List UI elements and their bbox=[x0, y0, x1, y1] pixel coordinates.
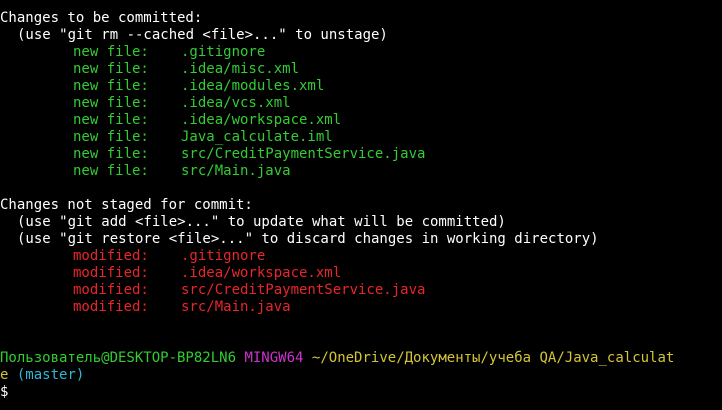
staged-file-row: new file: .idea/modules.xml bbox=[0, 78, 722, 95]
staged-file-row: new file: .idea/vcs.xml bbox=[0, 95, 722, 112]
staged-file-row: new file: .idea/workspace.xml bbox=[0, 112, 722, 129]
file-path: src/CreditPaymentService.java bbox=[181, 146, 426, 162]
prompt-path: ~/OneDrive/Документы/учеба QA/Java_calcu… bbox=[311, 350, 675, 366]
file-path: Java_calculate.iml bbox=[181, 129, 333, 145]
prompt-symbol: $ bbox=[0, 384, 9, 400]
staged-file-row: new file: Java_calculate.iml bbox=[0, 129, 722, 146]
prompt-env: MINGW64 bbox=[244, 350, 304, 366]
file-status: new file: bbox=[73, 95, 149, 111]
unstaged-file-row: modified: src/Main.java bbox=[0, 299, 722, 316]
file-path: src/Main.java bbox=[181, 299, 291, 315]
file-status: modified: bbox=[73, 299, 149, 315]
file-status: new file: bbox=[73, 129, 149, 145]
prompt-line-wrapped: e (master) bbox=[0, 367, 722, 384]
unstaged-header: Changes not staged for commit: bbox=[0, 197, 253, 213]
unstaged-hint-add: (use "git add <file>..." to update what … bbox=[17, 214, 506, 230]
staged-file-row: new file: .gitignore bbox=[0, 44, 722, 61]
staged-file-row: new file: .idea/misc.xml bbox=[0, 61, 722, 78]
staged-file-row: new file: src/Main.java bbox=[0, 163, 722, 180]
shell-prompt: Пользователь@DESKTOP-BP82LN6 MINGW64 ~/O… bbox=[0, 350, 722, 401]
file-path: .idea/vcs.xml bbox=[181, 95, 291, 111]
file-path: src/Main.java bbox=[181, 163, 291, 179]
file-path: .gitignore bbox=[181, 248, 266, 264]
staged-hint: (use "git rm --cached <file>..." to unst… bbox=[17, 27, 388, 43]
file-path: src/CreditPaymentService.java bbox=[181, 282, 426, 298]
file-path: .idea/workspace.xml bbox=[181, 265, 342, 281]
unstaged-file-row: modified: .gitignore bbox=[0, 248, 722, 265]
file-status: modified: bbox=[73, 282, 149, 298]
unstaged-hint-restore: (use "git restore <file>..." to discard … bbox=[17, 231, 599, 247]
prompt-user-host: Пользователь@DESKTOP-BP82LN6 bbox=[0, 350, 237, 366]
file-status: new file: bbox=[73, 146, 149, 162]
prompt-line: Пользователь@DESKTOP-BP82LN6 MINGW64 ~/O… bbox=[0, 350, 722, 367]
staged-header: Changes to be committed: bbox=[0, 10, 203, 26]
terminal-window[interactable]: Changes to be committed: (use "git rm --… bbox=[0, 0, 722, 410]
command-input-line[interactable]: $ bbox=[0, 384, 722, 401]
file-status: modified: bbox=[73, 248, 149, 264]
file-path: .gitignore bbox=[181, 44, 266, 60]
staged-file-row: new file: src/CreditPaymentService.java bbox=[0, 146, 722, 163]
file-status: new file: bbox=[73, 44, 149, 60]
file-status: new file: bbox=[73, 78, 149, 94]
unstaged-file-row: modified: src/CreditPaymentService.java bbox=[0, 282, 722, 299]
file-status: new file: bbox=[73, 163, 149, 179]
file-status: new file: bbox=[73, 112, 149, 128]
file-path: .idea/workspace.xml bbox=[181, 112, 342, 128]
prompt-path-continuation: e bbox=[0, 367, 9, 383]
unstaged-file-row: modified: .idea/workspace.xml bbox=[0, 265, 722, 282]
file-status: modified: bbox=[73, 265, 149, 281]
file-path: .idea/misc.xml bbox=[181, 61, 300, 77]
prompt-branch: (master) bbox=[16, 367, 85, 383]
file-path: .idea/modules.xml bbox=[181, 78, 325, 94]
file-status: new file: bbox=[73, 61, 149, 77]
